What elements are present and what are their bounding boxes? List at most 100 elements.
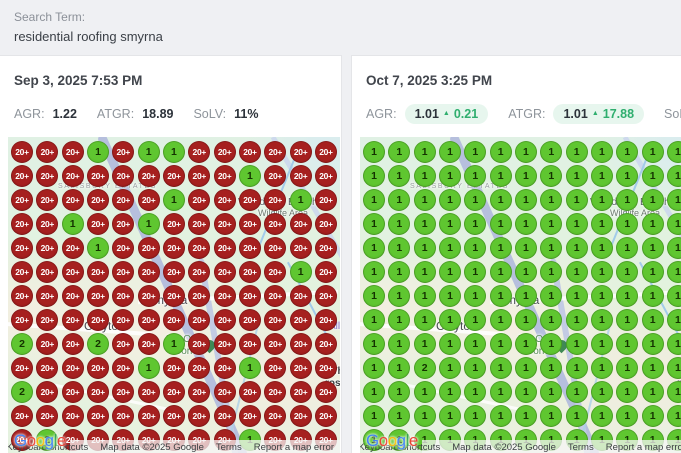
- rank-marker[interactable]: 1: [566, 381, 588, 403]
- rank-marker[interactable]: 20+: [87, 381, 109, 403]
- rank-marker[interactable]: 20+: [163, 213, 185, 235]
- rank-marker[interactable]: 1: [239, 165, 261, 187]
- rank-marker[interactable]: 20+: [214, 261, 236, 283]
- rank-marker[interactable]: 1: [363, 237, 385, 259]
- rank-marker[interactable]: 20+: [188, 381, 210, 403]
- rank-marker[interactable]: 20+: [36, 405, 58, 427]
- rank-marker[interactable]: 20+: [11, 309, 33, 331]
- rank-marker[interactable]: 1: [414, 189, 436, 211]
- rank-marker[interactable]: 1: [642, 189, 664, 211]
- rank-marker[interactable]: 20+: [36, 237, 58, 259]
- rank-marker[interactable]: 2: [414, 357, 436, 379]
- rank-marker[interactable]: 1: [87, 237, 109, 259]
- rank-marker[interactable]: 1: [439, 285, 461, 307]
- rank-marker[interactable]: 20+: [290, 357, 312, 379]
- rank-marker[interactable]: 1: [540, 405, 562, 427]
- rank-marker[interactable]: 20+: [87, 189, 109, 211]
- rank-marker[interactable]: 20+: [112, 213, 134, 235]
- rank-marker[interactable]: 20+: [11, 237, 33, 259]
- rank-marker[interactable]: 1: [62, 213, 84, 235]
- rank-marker[interactable]: 1: [87, 141, 109, 163]
- rank-marker[interactable]: 1: [439, 261, 461, 283]
- rank-marker[interactable]: 1: [540, 213, 562, 235]
- rank-marker[interactable]: 1: [363, 189, 385, 211]
- rank-marker[interactable]: 20+: [188, 141, 210, 163]
- rank-marker[interactable]: 1: [515, 213, 537, 235]
- rank-marker[interactable]: 1: [388, 213, 410, 235]
- rank-marker[interactable]: 20+: [112, 189, 134, 211]
- rank-marker[interactable]: 1: [388, 189, 410, 211]
- rank-marker[interactable]: 1: [464, 165, 486, 187]
- rank-marker[interactable]: 1: [439, 213, 461, 235]
- rank-marker[interactable]: 1: [464, 141, 486, 163]
- rank-marker[interactable]: 20+: [163, 165, 185, 187]
- rank-marker[interactable]: 2: [11, 381, 33, 403]
- rank-marker[interactable]: 1: [642, 333, 664, 355]
- rank-marker[interactable]: 20+: [112, 165, 134, 187]
- rank-marker[interactable]: 1: [388, 357, 410, 379]
- rank-marker[interactable]: 2: [87, 333, 109, 355]
- rank-marker[interactable]: 1: [290, 189, 312, 211]
- rank-marker[interactable]: 1: [414, 141, 436, 163]
- rank-marker[interactable]: 1: [566, 189, 588, 211]
- report-map-error-link[interactable]: Report a map error: [248, 442, 340, 453]
- rank-marker[interactable]: 1: [439, 141, 461, 163]
- grid-map-before[interactable]: SALISBURY ESTATES Woodland Beach Wildlif…: [8, 137, 340, 453]
- rank-marker[interactable]: 20+: [138, 381, 160, 403]
- rank-marker[interactable]: 20+: [163, 237, 185, 259]
- rank-marker[interactable]: 1: [591, 165, 613, 187]
- rank-marker[interactable]: 20+: [315, 285, 337, 307]
- rank-marker[interactable]: 1: [414, 285, 436, 307]
- rank-marker[interactable]: 20+: [315, 237, 337, 259]
- rank-marker[interactable]: 1: [490, 405, 512, 427]
- rank-marker[interactable]: 20+: [112, 285, 134, 307]
- rank-marker[interactable]: 1: [540, 357, 562, 379]
- rank-marker[interactable]: 1: [414, 381, 436, 403]
- rank-marker[interactable]: 1: [591, 213, 613, 235]
- rank-marker[interactable]: 20+: [62, 357, 84, 379]
- rank-marker[interactable]: 1: [667, 381, 681, 403]
- rank-marker[interactable]: 1: [464, 333, 486, 355]
- rank-marker[interactable]: 1: [388, 165, 410, 187]
- rank-marker[interactable]: 1: [414, 213, 436, 235]
- rank-marker[interactable]: 1: [591, 357, 613, 379]
- rank-marker[interactable]: 20+: [36, 213, 58, 235]
- rank-marker[interactable]: 20+: [62, 237, 84, 259]
- rank-marker[interactable]: 1: [363, 405, 385, 427]
- rank-marker[interactable]: 20+: [138, 285, 160, 307]
- rank-marker[interactable]: 20+: [290, 237, 312, 259]
- rank-marker[interactable]: 20+: [163, 261, 185, 283]
- rank-marker[interactable]: 1: [363, 261, 385, 283]
- rank-marker[interactable]: 1: [363, 333, 385, 355]
- rank-marker[interactable]: 20+: [264, 237, 286, 259]
- rank-marker[interactable]: 1: [439, 381, 461, 403]
- rank-marker[interactable]: 20+: [188, 213, 210, 235]
- rank-marker[interactable]: 1: [616, 189, 638, 211]
- rank-marker[interactable]: 20+: [188, 261, 210, 283]
- rank-marker[interactable]: 20+: [264, 165, 286, 187]
- rank-marker[interactable]: 20+: [264, 357, 286, 379]
- rank-marker[interactable]: 1: [616, 333, 638, 355]
- rank-marker[interactable]: 20+: [188, 189, 210, 211]
- rank-marker[interactable]: 20+: [239, 213, 261, 235]
- rank-marker[interactable]: 20+: [188, 405, 210, 427]
- rank-marker[interactable]: 20+: [87, 213, 109, 235]
- rank-marker[interactable]: 20+: [239, 333, 261, 355]
- rank-marker[interactable]: 1: [388, 381, 410, 403]
- rank-marker[interactable]: 1: [667, 309, 681, 331]
- rank-marker[interactable]: 20+: [239, 381, 261, 403]
- rank-marker[interactable]: 1: [464, 285, 486, 307]
- rank-marker[interactable]: 20+: [138, 261, 160, 283]
- rank-marker[interactable]: 1: [616, 237, 638, 259]
- rank-marker[interactable]: 1: [490, 357, 512, 379]
- rank-marker[interactable]: 1: [515, 189, 537, 211]
- rank-marker[interactable]: 20+: [36, 165, 58, 187]
- rank-marker[interactable]: 1: [616, 357, 638, 379]
- rank-marker[interactable]: 1: [515, 237, 537, 259]
- rank-marker[interactable]: 20+: [264, 285, 286, 307]
- rank-marker[interactable]: 20+: [315, 309, 337, 331]
- rank-marker[interactable]: 20+: [138, 405, 160, 427]
- rank-marker[interactable]: 20+: [36, 357, 58, 379]
- rank-marker[interactable]: 20+: [112, 405, 134, 427]
- rank-marker[interactable]: 1: [414, 309, 436, 331]
